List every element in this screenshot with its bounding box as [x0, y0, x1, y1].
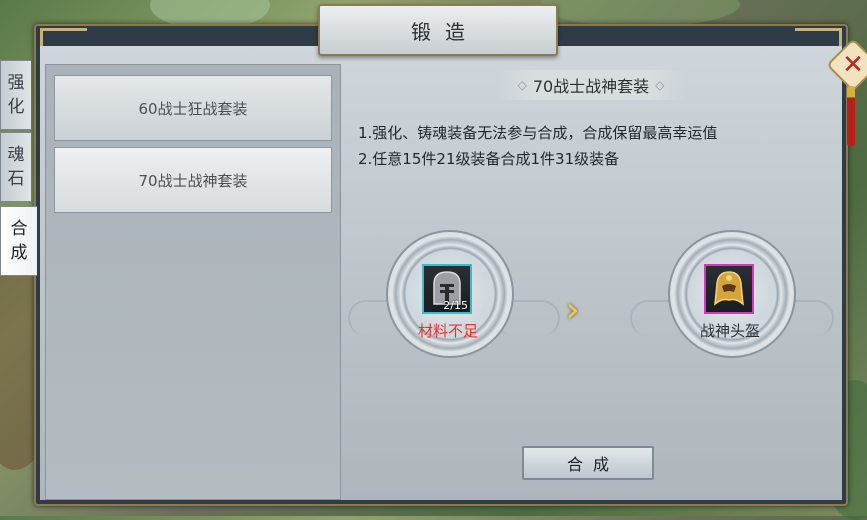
- ornament-icon: ◇: [655, 78, 665, 92]
- material-status: 材料不足: [417, 322, 478, 340]
- tab-label: 石: [7, 169, 25, 189]
- result-slot[interactable]: 战神头盔: [668, 230, 800, 362]
- recipe-list: 60战士狂战套装 70战士战神套装: [45, 64, 341, 500]
- list-item-label: 70战士战神套装: [138, 171, 248, 190]
- close-tassel: [847, 86, 855, 146]
- tab-label: 合: [10, 219, 28, 239]
- tab-label: 化: [7, 97, 25, 117]
- material-item[interactable]: 2/15: [422, 264, 472, 314]
- synthesize-button[interactable]: 合成: [522, 446, 654, 480]
- recipe-detail: ◇ 70战士战神套装 ◇ 1.强化、铸魂装备无法参与合成，合成保留最高幸运值 2…: [340, 64, 838, 498]
- tab-soulstone[interactable]: 魂 石: [0, 132, 31, 202]
- list-item-label: 60战士狂战套装: [138, 99, 248, 118]
- close-icon: ✕: [842, 50, 864, 80]
- recipe-title-banner: ◇ 70战士战神套装 ◇: [496, 70, 686, 100]
- window-title-plate: 锻造: [318, 4, 558, 56]
- rule-text: 1.强化、铸魂装备无法参与合成，合成保留最高幸运值: [358, 124, 718, 142]
- material-slot[interactable]: 2/15 材料不足: [386, 230, 518, 362]
- ornament-icon: ◇: [517, 78, 527, 92]
- list-item[interactable]: 70战士战神套装: [54, 147, 332, 213]
- material-count: 2/15: [443, 299, 468, 312]
- background-foliage: [540, 0, 740, 27]
- rule-text: 2.任意15件21级装备合成1件31级装备: [358, 150, 620, 168]
- tab-label: 强: [7, 73, 25, 93]
- recipe-title: 70战士战神套装: [532, 77, 650, 96]
- tab-label: 魂: [7, 145, 25, 165]
- result-name: 战神头盔: [699, 322, 760, 340]
- list-item[interactable]: 60战士狂战套装: [54, 75, 332, 141]
- result-item[interactable]: [704, 264, 754, 314]
- tab-synthesize[interactable]: 合 成: [0, 206, 37, 276]
- tab-label: 成: [10, 243, 28, 263]
- window-title: 锻造: [411, 19, 479, 44]
- tab-enhance[interactable]: 强 化: [0, 60, 31, 130]
- golden-helmet-icon: [706, 266, 752, 312]
